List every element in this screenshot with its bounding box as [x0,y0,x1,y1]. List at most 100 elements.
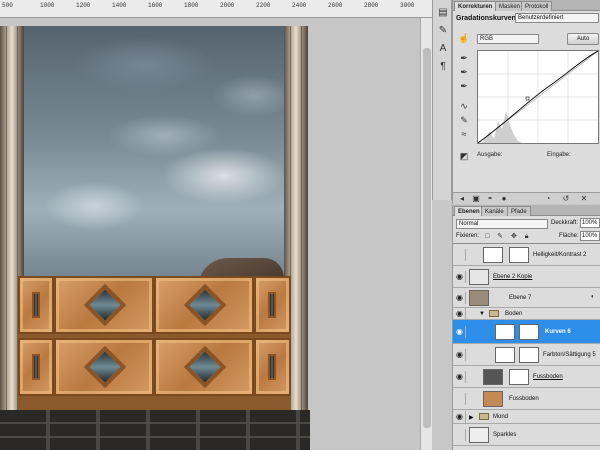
clipping-icon[interactable]: ◩ [456,150,472,162]
paragraph-icon[interactable]: ¶ [436,60,450,74]
layer-thumbnail [469,290,489,306]
curve-point[interactable] [525,96,530,101]
layer-group-row[interactable]: ◉ ▼ Boden [453,308,600,320]
layer-thumbnail [469,427,489,443]
brush-preset-icon[interactable]: ✎ [436,24,450,38]
layers-panel: Ebenen Kanäle Pfade Normal Deckkraft: 10… [452,205,600,450]
previous-state-icon[interactable]: ◔ [543,194,553,204]
horizontal-ruler[interactable]: 500 1000 1200 1400 1600 1800 2000 2200 2… [0,0,432,18]
eye-icon[interactable]: ◉ [454,371,466,383]
layer-row[interactable]: Fussboden [453,388,600,410]
layer-row[interactable]: Helligkeit/Kontrast 2 [453,244,600,266]
ruler-tick: 3000 [400,2,415,9]
eye-icon[interactable] [454,393,466,405]
eye-icon[interactable]: ◉ [454,411,466,423]
chevron-right-icon[interactable]: ▶ [469,414,474,421]
eyedropper-black-icon[interactable]: ✒ [456,52,472,64]
layer-name: Farbton/Sättigung 5 [543,352,596,358]
preset-select[interactable]: Benutzerdefiniert [515,13,599,23]
input-label: Eingabe: [547,152,571,158]
tab-korrekturen[interactable]: Korrekturen [454,1,497,11]
auto-button[interactable]: Auto [567,33,599,45]
tab-ebenen[interactable]: Ebenen [454,206,484,216]
folder-icon [479,413,489,420]
expand-icon[interactable]: ▣ [471,194,481,204]
smooth-icon[interactable]: ≈ [456,128,472,140]
tab-protokoll[interactable]: Protokoll [521,1,553,11]
cabinet-panel [254,338,291,396]
opacity-input[interactable]: 100% [580,218,600,228]
target-adjust-icon[interactable]: ☝ [456,32,472,44]
eyedropper-white-icon[interactable]: ✒ [456,80,472,92]
layer-list: Helligkeit/Kontrast 2 ◉ Ebene 2 Kopie ◉ … [453,243,600,450]
layer-name: Sparkles [493,432,517,438]
layer-row[interactable]: Sparkles [453,424,600,446]
eye-icon[interactable]: ● [499,194,509,204]
tab-kanaele[interactable]: Kanäle [481,206,508,216]
cabinet-panel [18,338,54,396]
layer-style-icon[interactable]: ◐ [591,294,595,300]
eye-icon[interactable]: ◉ [454,308,466,320]
layer-row[interactable]: ◉ Ebene 2 Kopie [453,266,600,288]
mask-thumbnail [509,369,529,385]
history-icon[interactable]: ▤ [436,6,450,20]
character-icon[interactable]: A [436,42,450,56]
eyedropper-gray-icon[interactable]: ✒ [456,66,472,78]
panel-icon-strip: ▤ ✎ A ¶ [432,0,452,200]
layer-thumbnail [469,269,489,285]
lock-icon[interactable]: □ ✎ ✥ 🔒︎ [485,232,532,241]
pencil-icon[interactable]: ✎ [456,114,472,126]
cabinet-panel [154,276,254,334]
curves-graph[interactable] [477,50,599,144]
eye-icon[interactable] [454,429,466,441]
opacity-label: Deckkraft: [551,220,579,226]
curves-graph-svg [477,50,599,144]
eye-icon[interactable]: ◉ [454,271,466,283]
back-icon[interactable]: ◂ [457,194,467,204]
adjustment-title: Gradationskurven [456,15,516,22]
clip-icon[interactable]: ◓ [485,194,495,204]
fill-input[interactable]: 100% [580,231,600,241]
eye-icon[interactable]: ◉ [454,326,466,338]
eye-icon[interactable]: ◉ [454,349,466,361]
channel-select[interactable]: RGB [477,34,539,44]
layer-name: Helligkeit/Kontrast 2 [533,252,587,258]
cabinet-panel [54,338,154,396]
layer-thumbnail [483,391,503,407]
curve-tool-icon[interactable]: ∿ [456,100,472,112]
adjustment-thumbnail [483,247,503,263]
fill-label: Fläche: [559,233,579,239]
layer-group-row[interactable]: ◉ ▶ Mond [453,410,600,424]
layer-row[interactable]: ◉ Farbton/Sättigung 5 [453,344,600,366]
tab-pfade[interactable]: Pfade [507,206,531,216]
layer-name: Boden [505,311,523,317]
reset-icon[interactable]: ↺ [561,194,571,204]
layer-name: Mond [493,414,509,420]
trash-icon[interactable]: ✕ [579,194,589,204]
scrollbar-thumb[interactable] [423,48,431,428]
histogram [482,111,522,143]
ruler-tick: 2000 [220,2,235,9]
layer-row[interactable]: ◉ Kurven 6 [453,320,600,344]
ruler-tick: 2400 [292,2,307,9]
document-canvas-area[interactable]: 500 1000 1200 1400 1600 1800 2000 2200 2… [0,0,432,450]
eye-icon[interactable]: ◉ [454,292,466,304]
mask-thumbnail [519,324,539,340]
layer-row[interactable]: ◉ Fussboden [453,366,600,388]
ruler-tick: 1000 [40,2,55,9]
wooden-cabinet [18,276,291,410]
layer-name: Fussboden [509,396,539,402]
chevron-down-icon[interactable]: ▼ [479,311,485,317]
ruler-tick: 1400 [112,2,127,9]
layers-tab-bar: Ebenen Kanäle Pfade [453,205,600,216]
vertical-scrollbar[interactable] [420,18,432,450]
ruler-tick: 1600 [148,2,163,9]
eye-icon[interactable] [454,249,466,261]
layer-row[interactable]: ◉ Ebene 7 ◐ [453,288,600,308]
layer-name: Ebene 7 [509,295,532,301]
document-image[interactable] [0,18,310,450]
adjustments-panel: Korrekturen Masken Protokoll Gradationsk… [452,0,600,204]
blend-mode-select[interactable]: Normal [456,219,548,229]
adjustment-thumbnail [495,324,515,340]
tab-masken[interactable]: Masken [495,1,525,11]
